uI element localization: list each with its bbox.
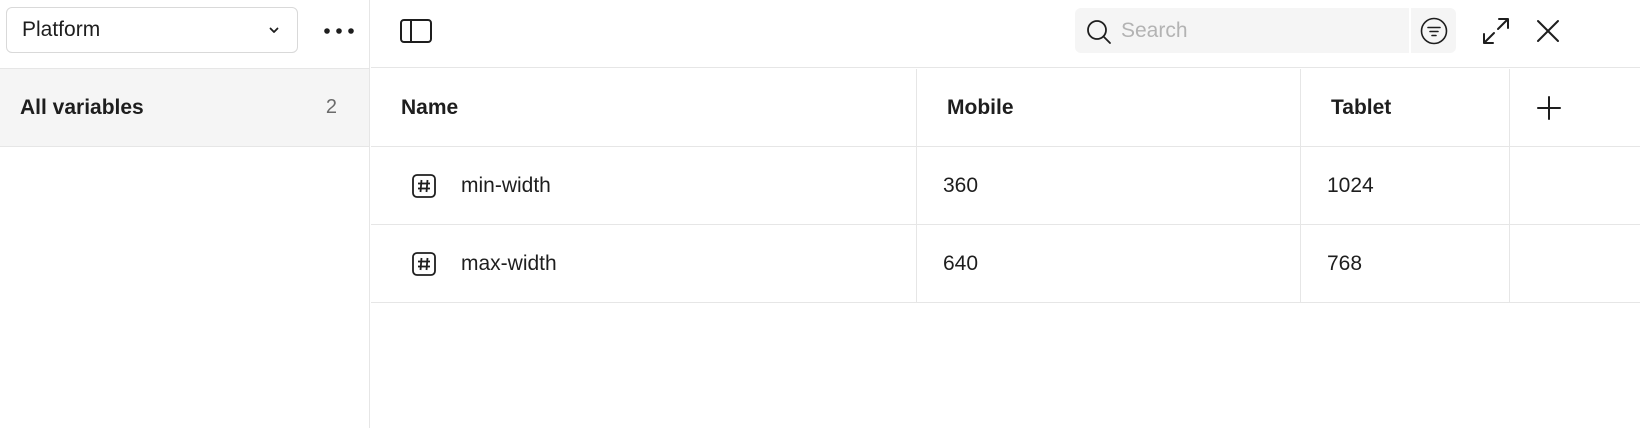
group-item-count: 2 (325, 96, 337, 118)
table-row[interactable]: max-width 640 768 (371, 225, 1640, 303)
variable-value-cell-tablet[interactable]: 768 (1300, 225, 1509, 302)
column-header-label: Mobile (947, 95, 1014, 119)
search-field[interactable] (1075, 8, 1409, 53)
table-row[interactable]: min-width 360 1024 (371, 147, 1640, 225)
search-icon (1087, 20, 1111, 44)
filter-icon (1420, 17, 1447, 44)
more-options-button[interactable] (320, 14, 358, 48)
variable-value: 640 (943, 251, 979, 275)
table-header-row: Name Mobile Tablet (371, 69, 1640, 147)
collection-dropdown[interactable]: Platform (6, 7, 298, 53)
variable-value: 1024 (1327, 173, 1374, 197)
column-header-tablet[interactable]: Tablet (1300, 69, 1509, 146)
variable-name-cell[interactable]: min-width (371, 147, 915, 224)
variable-value: 768 (1327, 251, 1363, 275)
empty-cell (1509, 225, 1640, 302)
expand-icon[interactable] (1479, 14, 1513, 48)
chevron-down-icon (269, 27, 279, 33)
column-header-label: Name (401, 95, 459, 119)
variable-name-cell[interactable]: max-width (371, 225, 915, 302)
collections-panel: Platform All variables 2 (0, 0, 370, 428)
table-body: min-width 360 1024 max-width 640 768 (371, 147, 1640, 303)
variables-modal: Platform All variables 2 Search Name Mob… (0, 0, 1640, 428)
close-icon[interactable] (1531, 14, 1565, 48)
plus-icon[interactable] (1536, 95, 1562, 121)
toolbar (371, 0, 1640, 68)
sidebar-toggle-icon[interactable] (399, 16, 435, 46)
variable-name: min-width (461, 173, 551, 197)
variable-value-cell-tablet[interactable]: 1024 (1300, 147, 1509, 224)
search-input[interactable] (1121, 8, 1401, 53)
number-variable-icon (412, 173, 436, 198)
group-item-all-variables[interactable]: All variables 2 (0, 69, 369, 147)
add-mode-column (1509, 69, 1640, 146)
filter-button[interactable] (1411, 8, 1456, 53)
variable-value: 360 (943, 173, 979, 197)
variable-name: max-width (461, 251, 557, 275)
variable-value-cell-mobile[interactable]: 360 (916, 147, 1300, 224)
more-horizontal-icon (324, 28, 354, 34)
group-item-label: All variables (20, 95, 144, 119)
variables-table: Name Mobile Tablet min-width 360 1024 ma… (371, 69, 1640, 303)
number-variable-icon (412, 251, 436, 276)
variable-value-cell-mobile[interactable]: 640 (916, 225, 1300, 302)
column-header-label: Tablet (1331, 95, 1392, 119)
column-header-name[interactable]: Name (371, 69, 915, 146)
collection-dropdown-value: Platform (22, 18, 101, 41)
column-header-mobile[interactable]: Mobile (916, 69, 1300, 146)
empty-cell (1509, 147, 1640, 224)
